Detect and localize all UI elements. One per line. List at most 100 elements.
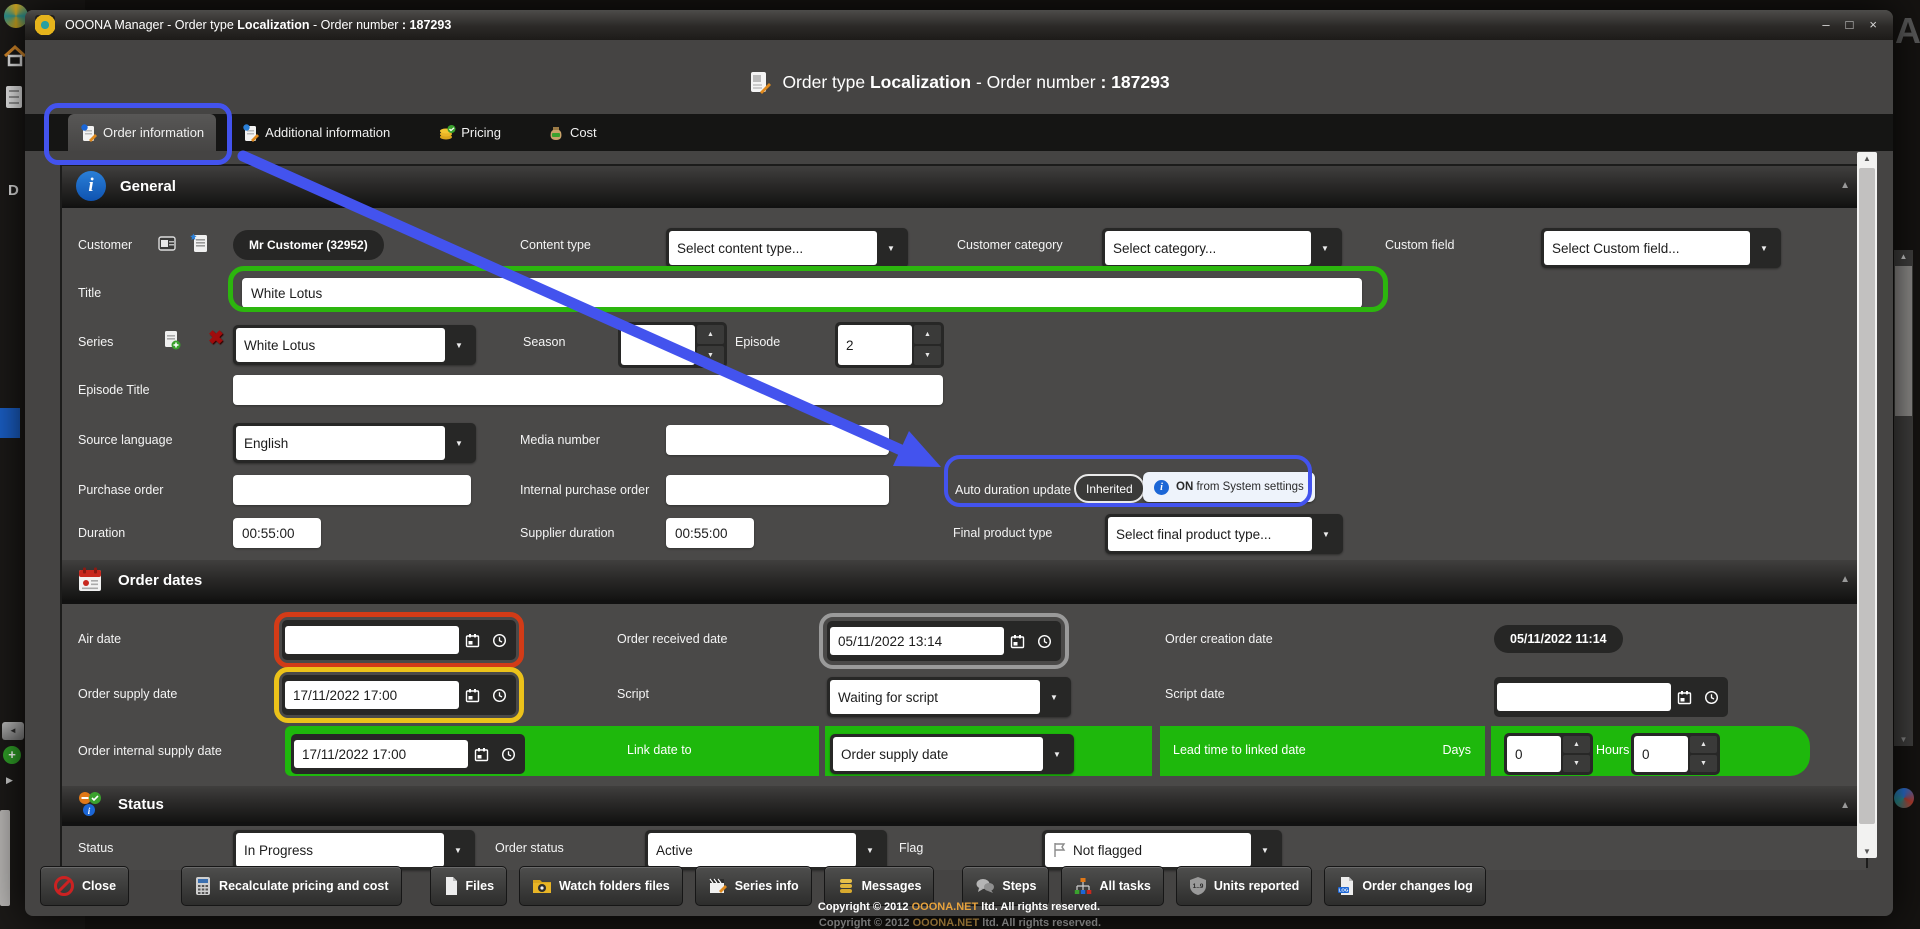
chevron-down-icon[interactable]: ▼ — [877, 231, 905, 265]
step-down-icon[interactable]: ▼ — [914, 346, 941, 365]
customer-card-icon[interactable] — [157, 234, 177, 254]
clock-icon[interactable] — [1698, 683, 1725, 711]
air-date-input-group[interactable] — [282, 620, 516, 660]
final-product-type-select[interactable]: Select final product type...▼ — [1105, 514, 1343, 554]
all-tasks-button[interactable]: All tasks — [1061, 866, 1163, 906]
customer-category-select[interactable]: Select category...▼ — [1102, 228, 1342, 268]
series-add-icon[interactable] — [162, 329, 182, 351]
step-up-icon[interactable]: ▲ — [697, 325, 724, 344]
order-received-date-input-group[interactable]: 05/11/2022 13:14 — [827, 621, 1061, 661]
add-button[interactable]: + — [3, 746, 21, 764]
step-down-icon[interactable]: ▼ — [1690, 755, 1717, 772]
chevron-down-icon[interactable]: ▼ — [1750, 231, 1778, 265]
clock-icon[interactable] — [486, 626, 513, 654]
internal-purchase-order-input[interactable] — [666, 475, 889, 505]
chevron-down-icon[interactable]: ▼ — [856, 833, 884, 867]
chevron-down-icon[interactable]: ▼ — [444, 833, 472, 867]
tab-pricing[interactable]: Pricing — [426, 114, 513, 151]
remove-series-icon[interactable]: ✖ — [208, 327, 224, 350]
calendar-icon[interactable] — [459, 681, 486, 709]
play-icon[interactable]: ▶ — [6, 775, 13, 786]
tab-cost[interactable]: Cost — [535, 114, 609, 151]
home-icon[interactable] — [3, 44, 27, 68]
chevron-down-icon[interactable]: ▼ — [1251, 833, 1279, 867]
purchase-order-input[interactable] — [233, 475, 471, 505]
order-internal-supply-date-input-group[interactable]: 17/11/2022 17:00 — [291, 734, 525, 774]
lead-hours-stepper[interactable]: 0 ▲▼ — [1631, 733, 1720, 775]
script-date-input-group[interactable] — [1494, 677, 1728, 717]
chevron-down-icon[interactable]: ▼ — [1043, 737, 1071, 771]
calendar-icon[interactable] — [1004, 627, 1031, 655]
close-window-button[interactable]: × — [1869, 10, 1877, 40]
final-product-type-label: Final product type — [953, 526, 1052, 540]
customer-value-pill[interactable]: Mr Customer (32952) — [233, 230, 384, 260]
collapse-status-icon[interactable]: ▲ — [1840, 800, 1850, 811]
dialog-scrollbar[interactable]: ▲ ▼ — [1857, 152, 1877, 858]
media-number-input[interactable] — [666, 425, 889, 455]
dialog-scrollbar-thumb[interactable] — [1859, 168, 1875, 824]
step-up-icon[interactable]: ▲ — [914, 325, 941, 344]
calendar-icon[interactable] — [1671, 683, 1698, 711]
scroll-down-icon[interactable]: ▼ — [1857, 847, 1877, 856]
collapse-general-icon[interactable]: ▲ — [1840, 180, 1850, 191]
series-select[interactable]: White Lotus▼ — [233, 325, 476, 365]
link-date-to-select[interactable]: Order supply date▼ — [830, 734, 1074, 774]
script-select[interactable]: Waiting for script▼ — [827, 677, 1071, 717]
clock-icon[interactable] — [495, 740, 522, 768]
units-reported-button[interactable]: 1..9 Units reported — [1176, 866, 1312, 906]
lead-days-stepper[interactable]: 0 ▲▼ — [1504, 733, 1593, 775]
duration-input[interactable]: 00:55:00 — [233, 518, 321, 548]
clock-icon[interactable] — [1031, 627, 1058, 655]
section-header-order-dates[interactable]: Order dates ▲ — [62, 560, 1866, 602]
document-icon[interactable] — [6, 86, 22, 108]
outer-scrollbar[interactable]: ▲ ▼ — [1894, 250, 1913, 746]
episode-stepper[interactable]: 2 ▲▼ — [835, 322, 944, 368]
status-select[interactable]: In Progress▼ — [233, 830, 475, 870]
watch-folders-files-button[interactable]: Watch folders files — [519, 866, 683, 906]
section-header-general[interactable]: i General ▲ — [62, 166, 1866, 208]
maximize-button[interactable]: □ — [1846, 10, 1854, 40]
title-input[interactable]: White Lotus — [242, 278, 1362, 308]
order-changes-log-button[interactable]: LOG Order changes log — [1324, 866, 1485, 906]
close-button[interactable]: Close — [40, 866, 129, 906]
step-up-icon[interactable]: ▲ — [1690, 736, 1717, 753]
scroll-up-icon[interactable]: ▲ — [1857, 154, 1877, 163]
season-stepper[interactable]: ▲▼ — [618, 322, 727, 368]
custom-field-select[interactable]: Select Custom field...▼ — [1541, 228, 1781, 268]
tab-additional-information[interactable]: Additional information — [230, 114, 402, 151]
source-language-select[interactable]: English▼ — [233, 423, 476, 463]
series-info-button[interactable]: Series info — [695, 866, 812, 906]
customer-list-icon[interactable] — [190, 232, 210, 254]
background-scrollbar[interactable] — [0, 810, 10, 906]
order-status-select[interactable]: Active▼ — [645, 830, 887, 870]
step-up-icon[interactable]: ▲ — [1563, 736, 1590, 753]
calendar-icon[interactable] — [468, 740, 495, 768]
chevron-down-icon[interactable]: ▼ — [1040, 680, 1068, 714]
chevron-down-icon[interactable]: ▼ — [445, 426, 473, 460]
files-button[interactable]: Files — [430, 866, 508, 906]
outer-scrollbar-thumb[interactable] — [1895, 266, 1912, 416]
step-down-icon[interactable]: ▼ — [697, 346, 724, 365]
scroll-down-icon[interactable]: ▼ — [1894, 735, 1913, 744]
chevron-down-icon[interactable]: ▼ — [1311, 231, 1339, 265]
supplier-duration-input[interactable]: 00:55:00 — [666, 518, 754, 548]
clock-icon[interactable] — [486, 681, 513, 709]
steps-button[interactable]: Steps — [962, 866, 1049, 906]
content-type-select[interactable]: Select content type...▼ — [666, 228, 908, 268]
scroll-left-button[interactable]: ◄ — [2, 722, 24, 740]
calendar-icon[interactable] — [459, 626, 486, 654]
minimize-button[interactable]: – — [1822, 10, 1829, 40]
scroll-up-icon[interactable]: ▲ — [1894, 252, 1913, 261]
order-supply-date-input-group[interactable]: 17/11/2022 17:00 — [282, 675, 516, 715]
chevron-down-icon[interactable]: ▼ — [1312, 517, 1340, 551]
episode-title-input[interactable] — [233, 375, 943, 405]
tab-order-information[interactable]: Order information — [68, 114, 216, 151]
collapse-order-dates-icon[interactable]: ▲ — [1840, 574, 1850, 585]
messages-button[interactable]: Messages — [824, 866, 935, 906]
window-titlebar[interactable]: OOONA Manager - Order type Localization … — [25, 10, 1893, 40]
section-header-status[interactable]: i Status ▲ — [62, 786, 1866, 824]
flag-select[interactable]: Not flagged ▼ — [1042, 830, 1282, 870]
chevron-down-icon[interactable]: ▼ — [445, 328, 473, 362]
step-down-icon[interactable]: ▼ — [1563, 755, 1590, 772]
recalculate-pricing-button[interactable]: Recalculate pricing and cost — [181, 866, 402, 906]
